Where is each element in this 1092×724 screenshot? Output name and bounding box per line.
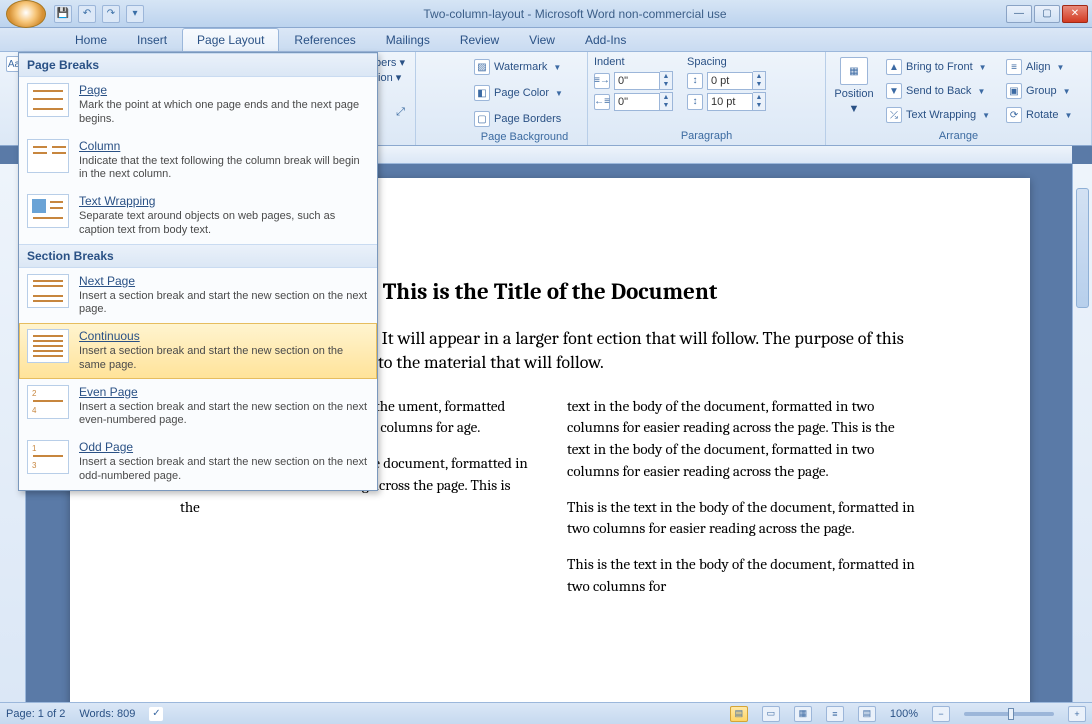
group-label-page-background: Page Background [468, 130, 581, 144]
zoom-in-button[interactable]: + [1068, 706, 1086, 722]
even-page-thumb-icon: 24 [27, 385, 69, 419]
scrollbar-vertical[interactable] [1072, 164, 1092, 702]
ribbon-tabs: Home Insert Page Layout References Maili… [0, 28, 1092, 52]
redo-icon[interactable]: ↷ [102, 5, 120, 23]
page-break-thumb-icon [27, 83, 69, 117]
spacing-label: Spacing [687, 56, 766, 68]
rotate-icon: ⟳ [1006, 107, 1022, 123]
space-after-input[interactable]: ▲▼ [707, 92, 766, 111]
space-before-icon: ↕ [687, 73, 703, 89]
bring-front-icon: ▲ [886, 59, 902, 75]
send-to-back-button[interactable]: ▼Send to Back▼ [880, 80, 996, 102]
bring-to-front-button[interactable]: ▲Bring to Front▼ [880, 56, 996, 78]
save-icon[interactable]: 💾 [54, 5, 72, 23]
continuous-thumb-icon [27, 329, 69, 363]
group-label-paragraph: Paragraph [594, 129, 819, 143]
break-item-text-wrapping[interactable]: Text WrappingSeparate text around object… [19, 188, 377, 244]
break-item-page[interactable]: PageMark the point at which one page end… [19, 77, 377, 133]
tab-references[interactable]: References [279, 28, 370, 51]
next-page-thumb-icon [27, 274, 69, 308]
space-after-icon: ↕ [687, 94, 703, 110]
odd-page-thumb-icon: 13 [27, 440, 69, 474]
quick-access-toolbar: 💾 ↶ ↷ ▾ [54, 5, 144, 23]
qat-customize-icon[interactable]: ▾ [126, 5, 144, 23]
zoom-slider[interactable] [964, 712, 1054, 716]
align-icon: ≡ [1006, 59, 1022, 75]
group-button[interactable]: ▣Group▼ [1000, 80, 1078, 102]
proofing-icon[interactable]: ✓ [149, 707, 163, 721]
rotate-button[interactable]: ⟳Rotate▼ [1000, 104, 1078, 126]
break-item-even-page[interactable]: 24 Even PageInsert a section break and s… [19, 379, 377, 435]
tab-mailings[interactable]: Mailings [371, 28, 445, 51]
indent-left-icon: ≡→ [594, 73, 610, 89]
zoom-slider-thumb[interactable] [1008, 708, 1014, 720]
col-right-p3: This is the text in the body of the docu… [567, 554, 920, 598]
break-item-column[interactable]: ColumnIndicate that the text following t… [19, 133, 377, 189]
align-button[interactable]: ≡Align▼ [1000, 56, 1078, 78]
watermark-button[interactable]: ▨Watermark▼ [468, 56, 569, 78]
column-break-thumb-icon [27, 139, 69, 173]
breaks-dropdown: Page Breaks PageMark the point at which … [18, 52, 378, 491]
tab-addins[interactable]: Add-Ins [570, 28, 641, 51]
indent-label: Indent [594, 56, 673, 68]
watermark-icon: ▨ [474, 59, 490, 75]
line-numbers-partial[interactable]: bers ▾ [375, 56, 405, 69]
scrollbar-thumb[interactable] [1076, 188, 1089, 308]
view-draft[interactable]: ▤ [858, 706, 876, 722]
status-bar: Page: 1 of 2 Words: 809 ✓ ▤ ▭ ▦ ≡ ▤ 100%… [0, 702, 1092, 724]
page-color-icon: ◧ [474, 85, 490, 101]
undo-icon[interactable]: ↶ [78, 5, 96, 23]
status-zoom[interactable]: 100% [890, 708, 918, 720]
indent-right-input[interactable]: ▲▼ [614, 92, 673, 111]
tab-home[interactable]: Home [60, 28, 122, 51]
tab-view[interactable]: View [514, 28, 570, 51]
view-print-layout[interactable]: ▤ [730, 706, 748, 722]
window-title: Two-column-layout - Microsoft Word non-c… [144, 7, 1006, 21]
hyphenation-partial[interactable]: tion ▾ [375, 71, 405, 84]
page-borders-button[interactable]: ▢Page Borders [468, 108, 569, 130]
status-words[interactable]: Words: 809 [79, 708, 135, 720]
text-wrap-icon: ⤰ [886, 107, 902, 123]
ribbon-truncated: bers ▾ tion ▾ ⤢ [375, 56, 405, 119]
tab-insert[interactable]: Insert [122, 28, 182, 51]
view-full-screen[interactable]: ▭ [762, 706, 780, 722]
page-borders-icon: ▢ [474, 111, 490, 127]
send-back-icon: ▼ [886, 83, 902, 99]
office-button[interactable] [6, 0, 46, 28]
text-wrapping-button[interactable]: ⤰Text Wrapping▼ [880, 104, 996, 126]
view-outline[interactable]: ≡ [826, 706, 844, 722]
indent-left-input[interactable]: ▲▼ [614, 71, 673, 90]
breaks-page-header: Page Breaks [19, 53, 377, 77]
breaks-section-header: Section Breaks [19, 244, 377, 268]
break-item-continuous[interactable]: ContinuousInsert a section break and sta… [19, 323, 377, 379]
maximize-button[interactable]: ▢ [1034, 5, 1060, 23]
view-web-layout[interactable]: ▦ [794, 706, 812, 722]
col-right-p2: This is the text in the body of the docu… [567, 497, 920, 541]
position-button[interactable]: ▦ Position▼ [832, 56, 876, 116]
space-before-input[interactable]: ▲▼ [707, 71, 766, 90]
page-color-button[interactable]: ◧Page Color▼ [468, 82, 569, 104]
col-right-p1: text in the body of the document, format… [567, 396, 920, 483]
break-item-next-page[interactable]: Next PageInsert a section break and star… [19, 268, 377, 324]
title-bar: 💾 ↶ ↷ ▾ Two-column-layout - Microsoft Wo… [0, 0, 1092, 28]
group-label-arrange: Arrange [832, 129, 1085, 143]
close-button[interactable]: ✕ [1062, 5, 1088, 23]
tab-page-layout[interactable]: Page Layout [182, 28, 279, 51]
zoom-out-button[interactable]: − [932, 706, 950, 722]
minimize-button[interactable]: — [1006, 5, 1032, 23]
break-item-odd-page[interactable]: 13 Odd PageInsert a section break and st… [19, 434, 377, 490]
status-page[interactable]: Page: 1 of 2 [6, 708, 65, 720]
text-wrap-break-thumb-icon [27, 194, 69, 228]
indent-right-icon: ←≡ [594, 94, 610, 110]
position-icon: ▦ [840, 57, 868, 85]
group-icon: ▣ [1006, 83, 1022, 99]
tab-review[interactable]: Review [445, 28, 514, 51]
